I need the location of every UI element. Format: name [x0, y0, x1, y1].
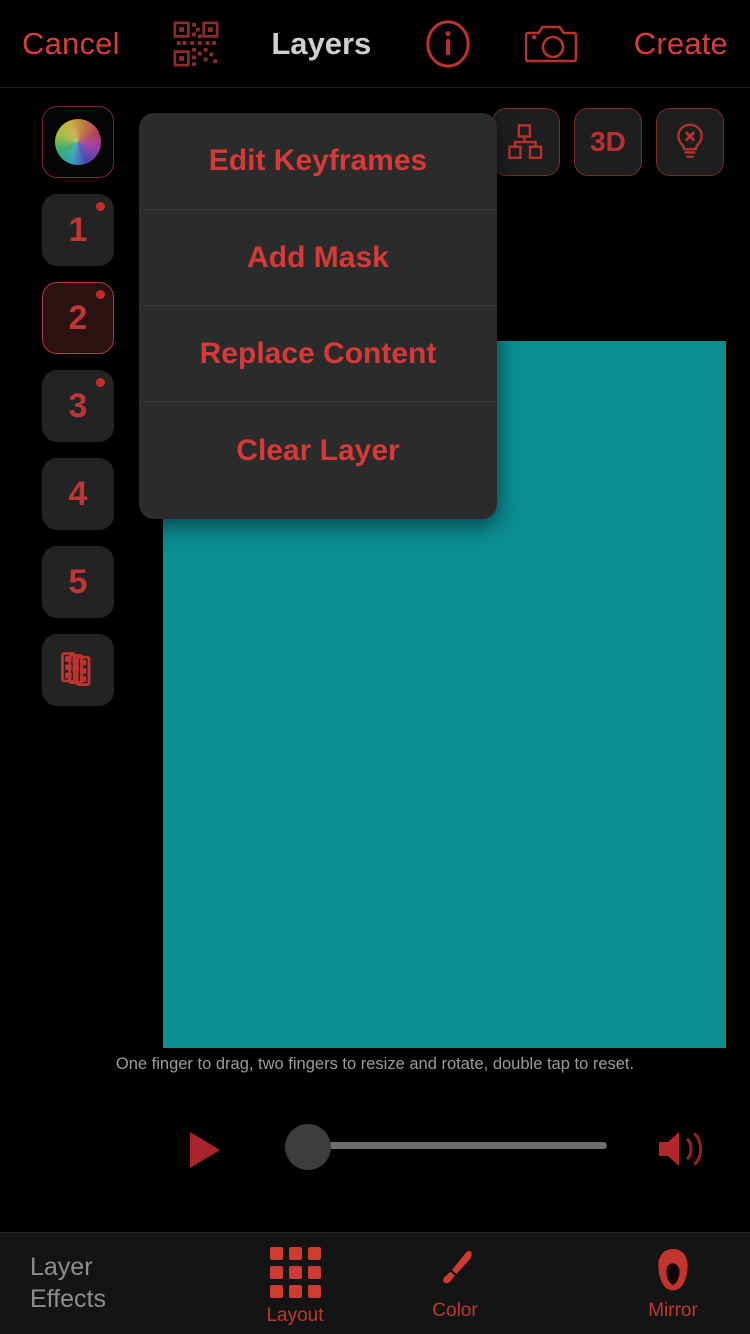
grid-icon — [269, 1247, 321, 1298]
app-root: Cancel Layers Create 3D One finger to dr… — [0, 0, 750, 1334]
layer-dot — [96, 378, 105, 387]
3d-button[interactable]: 3D — [574, 108, 642, 176]
tab-color[interactable]: Color — [380, 1247, 530, 1322]
menu-item-replace-content[interactable]: Replace Content — [139, 306, 497, 402]
cancel-button[interactable]: Cancel — [22, 26, 120, 62]
layer-label: 1 — [68, 210, 88, 249]
layer-dot — [96, 202, 105, 211]
menu-item-add-mask[interactable]: Add Mask — [139, 210, 497, 306]
layer-label: 5 — [68, 562, 88, 601]
lightbulb-off-icon[interactable] — [656, 108, 724, 176]
hierarchy-icon[interactable] — [492, 108, 560, 176]
bottom-tab-bar: Layer Effects Layout Color Mirror — [0, 1232, 750, 1334]
tab-label: Mirror — [648, 1300, 698, 1321]
layer-label: 4 — [68, 474, 88, 513]
layer-label: 2 — [68, 298, 88, 337]
volume-button[interactable] — [655, 1126, 709, 1172]
qr-code-icon[interactable] — [173, 21, 219, 67]
right-toolbar: 3D — [492, 108, 724, 176]
layer-effects-line2: Effects — [30, 1285, 106, 1313]
tab-layout[interactable]: Layout — [220, 1247, 370, 1327]
timeline-slider-knob[interactable] — [285, 1124, 331, 1170]
layer-tile-2[interactable]: 2 — [42, 282, 114, 354]
layer-effects-label: Layer Effects — [30, 1251, 106, 1315]
layer-tile-5[interactable]: 5 — [42, 546, 114, 618]
layer-label: 3 — [68, 386, 88, 425]
create-button[interactable]: Create — [634, 26, 728, 62]
layer-tile-1[interactable]: 1 — [42, 194, 114, 266]
color-wheel-button[interactable] — [42, 106, 114, 178]
layer-tile-3[interactable]: 3 — [42, 370, 114, 442]
tab-mirror[interactable]: Mirror — [598, 1247, 748, 1322]
tab-label: Layout — [266, 1305, 324, 1326]
canvas-hint-text: One finger to drag, two fingers to resiz… — [115, 1055, 635, 1073]
menu-item-clear-layer[interactable]: Clear Layer — [139, 402, 497, 519]
brush-icon — [443, 1250, 472, 1284]
layer-tile-4[interactable]: 4 — [42, 458, 114, 530]
tab-label: Color — [432, 1300, 478, 1321]
menu-item-edit-keyframes[interactable]: Edit Keyframes — [139, 113, 497, 210]
layer-sidebar: 1 2 3 4 5 — [42, 106, 114, 706]
layer-stack-button[interactable] — [42, 634, 114, 706]
top-bar: Cancel Layers Create — [0, 0, 750, 88]
context-menu: Edit Keyframes Add Mask Replace Content … — [139, 113, 497, 519]
color-wheel-icon — [55, 119, 101, 165]
info-icon[interactable] — [424, 19, 472, 69]
layer-stack-icon — [61, 652, 91, 687]
layer-dot — [96, 290, 105, 299]
layer-effects-line1: Layer — [30, 1253, 93, 1281]
play-button[interactable] — [190, 1132, 220, 1168]
face-icon — [658, 1249, 688, 1291]
camera-icon[interactable] — [524, 22, 581, 66]
page-title: Layers — [271, 25, 372, 61]
timeline-slider-track[interactable] — [285, 1142, 607, 1149]
